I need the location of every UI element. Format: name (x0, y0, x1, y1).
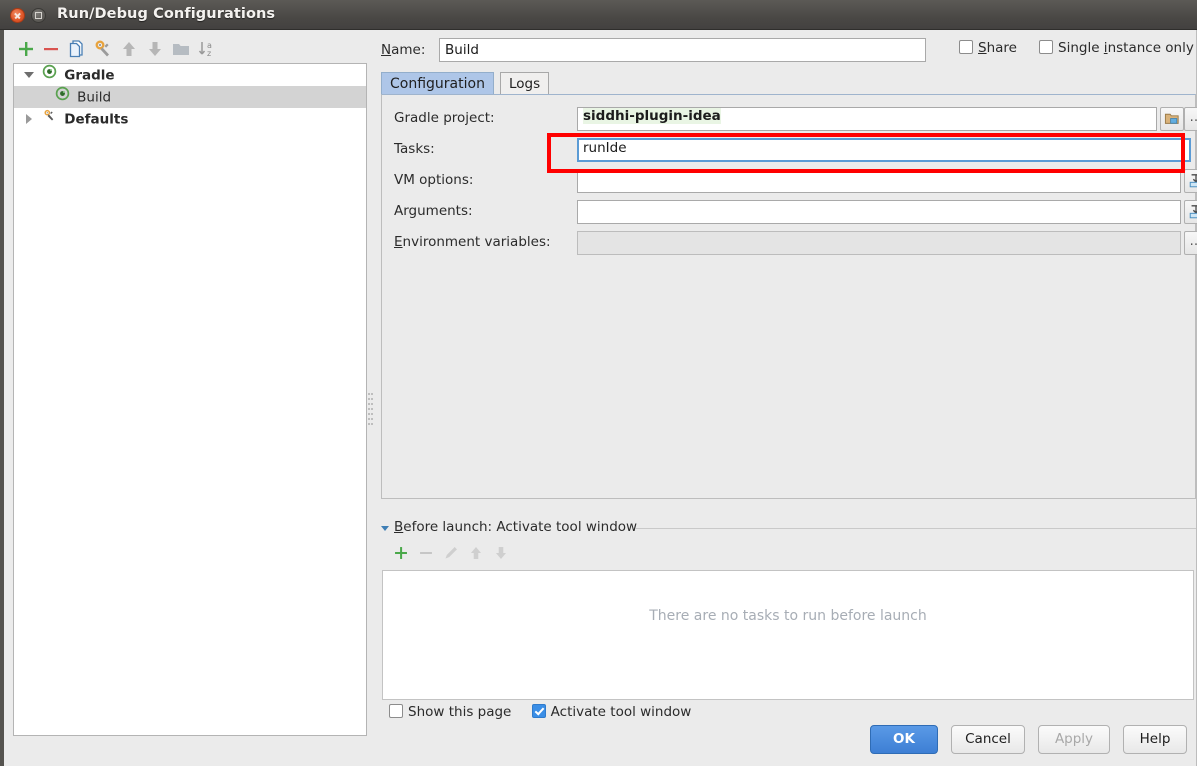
before-launch-move-down-button[interactable] (490, 542, 514, 566)
run-debug-configurations-dialog: Run/Debug Configurations a z Gradle Buil… (0, 0, 1197, 766)
configurations-toolbar: a z (14, 37, 354, 65)
activate-tool-window-label: Activate tool window (550, 704, 692, 720)
configuration-editor-pane: Name: Build Share Single instance only C… (376, 30, 1197, 766)
tree-node-label: Build (77, 89, 112, 106)
show-this-page-label: Show this page (408, 704, 512, 720)
tasks-row: Tasks: runIde (394, 138, 1191, 162)
sort-configurations-button[interactable]: a z (195, 37, 219, 61)
single-instance-checkbox-box[interactable] (1039, 40, 1053, 54)
before-launch-add-button[interactable] (390, 542, 414, 566)
edit-defaults-button[interactable] (91, 37, 115, 61)
tasks-label: Tasks: (394, 141, 435, 157)
activate-tool-window-checkbox-box[interactable] (531, 704, 546, 718)
tree-node-defaults[interactable]: Defaults (14, 108, 366, 130)
tasks-input[interactable]: runIde (577, 138, 1191, 162)
tree-node-label: Gradle (64, 67, 115, 84)
show-this-page-checkbox[interactable]: Show this page (389, 704, 511, 720)
browse-gradle-project-button[interactable] (1160, 107, 1184, 131)
before-launch-title: Before launch: Activate tool window (394, 519, 644, 535)
svg-text:z: z (207, 49, 211, 58)
gradle-project-row: Gradle project: siddhi-plugin-idea … (394, 107, 1197, 131)
configurations-tree[interactable]: Gradle Build Defaults (13, 63, 367, 736)
arguments-input[interactable] (577, 200, 1181, 224)
before-launch-task-list[interactable]: There are no tasks to run before launch (382, 570, 1194, 700)
arguments-row: Arguments: (394, 200, 1197, 224)
single-instance-checkbox-label: Single instance only (1058, 40, 1194, 56)
panel-splitter[interactable] (368, 393, 373, 433)
before-launch-remove-button[interactable] (415, 542, 439, 566)
ok-button[interactable]: OK (870, 725, 938, 754)
share-checkbox[interactable]: Share (959, 40, 1017, 56)
before-launch-empty-message: There are no tasks to run before launch (649, 608, 927, 624)
show-this-page-checkbox-box[interactable] (389, 704, 403, 718)
arguments-expand-button[interactable] (1184, 200, 1197, 224)
copy-configuration-button[interactable] (65, 37, 89, 61)
wrench-icon (42, 108, 57, 131)
environment-variables-label: Environment variables: (394, 234, 551, 250)
before-launch-edit-button[interactable] (440, 542, 464, 566)
gradle-icon (42, 64, 57, 87)
before-launch-header: Before launch: Activate tool window (381, 519, 1196, 537)
vm-options-row: VM options: (394, 169, 1197, 193)
tab-logs[interactable]: Logs (500, 72, 550, 95)
expand-toggle-icon[interactable] (20, 65, 38, 87)
name-row: Name: Build Share Single instance only (381, 38, 1196, 64)
environment-variables-more-button[interactable]: … (1184, 231, 1197, 255)
vm-options-expand-button[interactable] (1184, 169, 1197, 193)
tree-node-gradle[interactable]: Gradle (14, 64, 366, 86)
remove-configuration-button[interactable] (39, 37, 63, 61)
gradle-project-input[interactable]: siddhi-plugin-idea (577, 107, 1157, 131)
configuration-tab-panel: Gradle project: siddhi-plugin-idea … Tas… (381, 94, 1197, 499)
arguments-label: Arguments: (394, 203, 473, 219)
tree-node-label: Defaults (64, 111, 129, 128)
tree-node-build[interactable]: Build (14, 86, 366, 108)
before-launch-toolbar (386, 542, 586, 566)
share-checkbox-label: Share (978, 40, 1017, 56)
apply-button[interactable]: Apply (1038, 725, 1110, 754)
title-bar: Run/Debug Configurations (0, 0, 1197, 30)
vm-options-input[interactable] (577, 169, 1181, 193)
cancel-button[interactable]: Cancel (951, 725, 1025, 754)
name-input[interactable]: Build (439, 38, 926, 62)
vm-options-label: VM options: (394, 172, 474, 188)
dialog-body: a z Gradle Build Defaults Name: Build Sh… (0, 30, 1197, 766)
help-button[interactable]: Help (1123, 725, 1187, 754)
before-launch-options: Show this page Activate tool window (389, 704, 707, 724)
close-icon[interactable] (10, 8, 25, 23)
gradle-icon (55, 86, 70, 109)
share-checkbox-box[interactable] (959, 40, 973, 54)
add-configuration-button[interactable] (14, 37, 38, 61)
before-launch-separator (636, 528, 1196, 529)
before-launch-move-up-button[interactable] (465, 542, 489, 566)
move-up-button[interactable] (117, 37, 141, 61)
gradle-project-value: siddhi-plugin-idea (583, 108, 721, 124)
tab-configuration[interactable]: Configuration (381, 72, 494, 95)
environment-variables-input[interactable] (577, 231, 1181, 255)
new-folder-button[interactable] (169, 37, 193, 61)
before-launch-collapse-icon[interactable] (381, 526, 389, 531)
move-down-button[interactable] (143, 37, 167, 61)
window-title: Run/Debug Configurations (57, 6, 276, 22)
collapse-toggle-icon[interactable] (20, 109, 38, 131)
activate-tool-window-checkbox[interactable]: Activate tool window (531, 704, 692, 720)
gradle-project-label: Gradle project: (394, 110, 495, 126)
name-label: Name: (381, 42, 426, 58)
maximize-icon[interactable] (31, 8, 46, 23)
single-instance-only-checkbox[interactable]: Single instance only (1039, 40, 1194, 56)
gradle-project-more-button[interactable]: … (1184, 107, 1197, 131)
environment-variables-row: Environment variables: … (394, 231, 1197, 255)
